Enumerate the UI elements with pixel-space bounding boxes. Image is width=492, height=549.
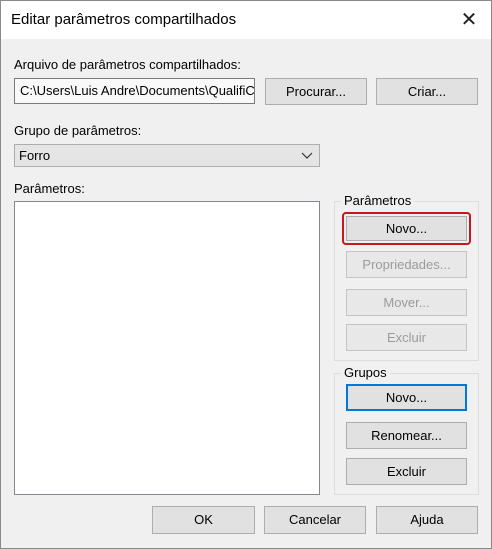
group-select-label: Grupo de parâmetros: (14, 123, 142, 138)
delete-group-button-label: Excluir (386, 464, 426, 479)
parameters-groupbox-title: Parâmetros (341, 193, 415, 208)
help-button[interactable]: Ajuda (376, 506, 478, 534)
rename-group-button-label: Renomear... (371, 428, 442, 443)
parameter-properties-button[interactable]: Propriedades... (346, 251, 467, 278)
ok-button-label: OK (194, 512, 213, 527)
window-title: Editar parâmetros compartilhados (11, 11, 237, 28)
new-group-button[interactable]: Novo... (346, 384, 467, 411)
parameters-list-label: Parâmetros: (14, 181, 85, 196)
help-button-label: Ajuda (410, 512, 444, 527)
ok-button[interactable]: OK (152, 506, 255, 534)
title-bar: Editar parâmetros compartilhados ✕ (1, 1, 491, 39)
cancel-button[interactable]: Cancelar (264, 506, 366, 534)
move-parameter-button-label: Mover... (383, 295, 430, 310)
delete-parameter-button-label: Excluir (386, 330, 426, 345)
browse-button-label: Procurar... (286, 84, 346, 99)
close-icon[interactable]: ✕ (453, 5, 485, 35)
cancel-button-label: Cancelar (288, 512, 342, 527)
group-select[interactable]: Forro (14, 144, 320, 167)
parameter-properties-button-label: Propriedades... (362, 257, 451, 272)
create-button[interactable]: Criar... (376, 78, 478, 105)
file-path-field[interactable]: C:\Users\Luis Andre\Documents\QualifiC (14, 78, 255, 104)
browse-button[interactable]: Procurar... (265, 78, 367, 105)
groups-groupbox-title: Grupos (341, 365, 390, 380)
new-parameter-button-label: Novo... (385, 221, 428, 236)
move-parameter-button[interactable]: Mover... (346, 289, 467, 316)
edit-shared-parameters-dialog: Editar parâmetros compartilhados ✕ Arqui… (0, 0, 492, 549)
rename-group-button[interactable]: Renomear... (346, 422, 467, 449)
group-select-value: Forro (19, 148, 51, 163)
file-label: Arquivo de parâmetros compartilhados: (14, 57, 241, 72)
delete-parameter-button[interactable]: Excluir (346, 324, 467, 351)
delete-group-button[interactable]: Excluir (346, 458, 467, 485)
create-button-label: Criar... (407, 84, 447, 99)
chevron-down-icon (301, 145, 313, 174)
new-group-button-label: Novo... (385, 390, 428, 405)
parameters-listbox[interactable] (14, 201, 320, 495)
new-parameter-button[interactable]: Novo... (346, 216, 467, 241)
